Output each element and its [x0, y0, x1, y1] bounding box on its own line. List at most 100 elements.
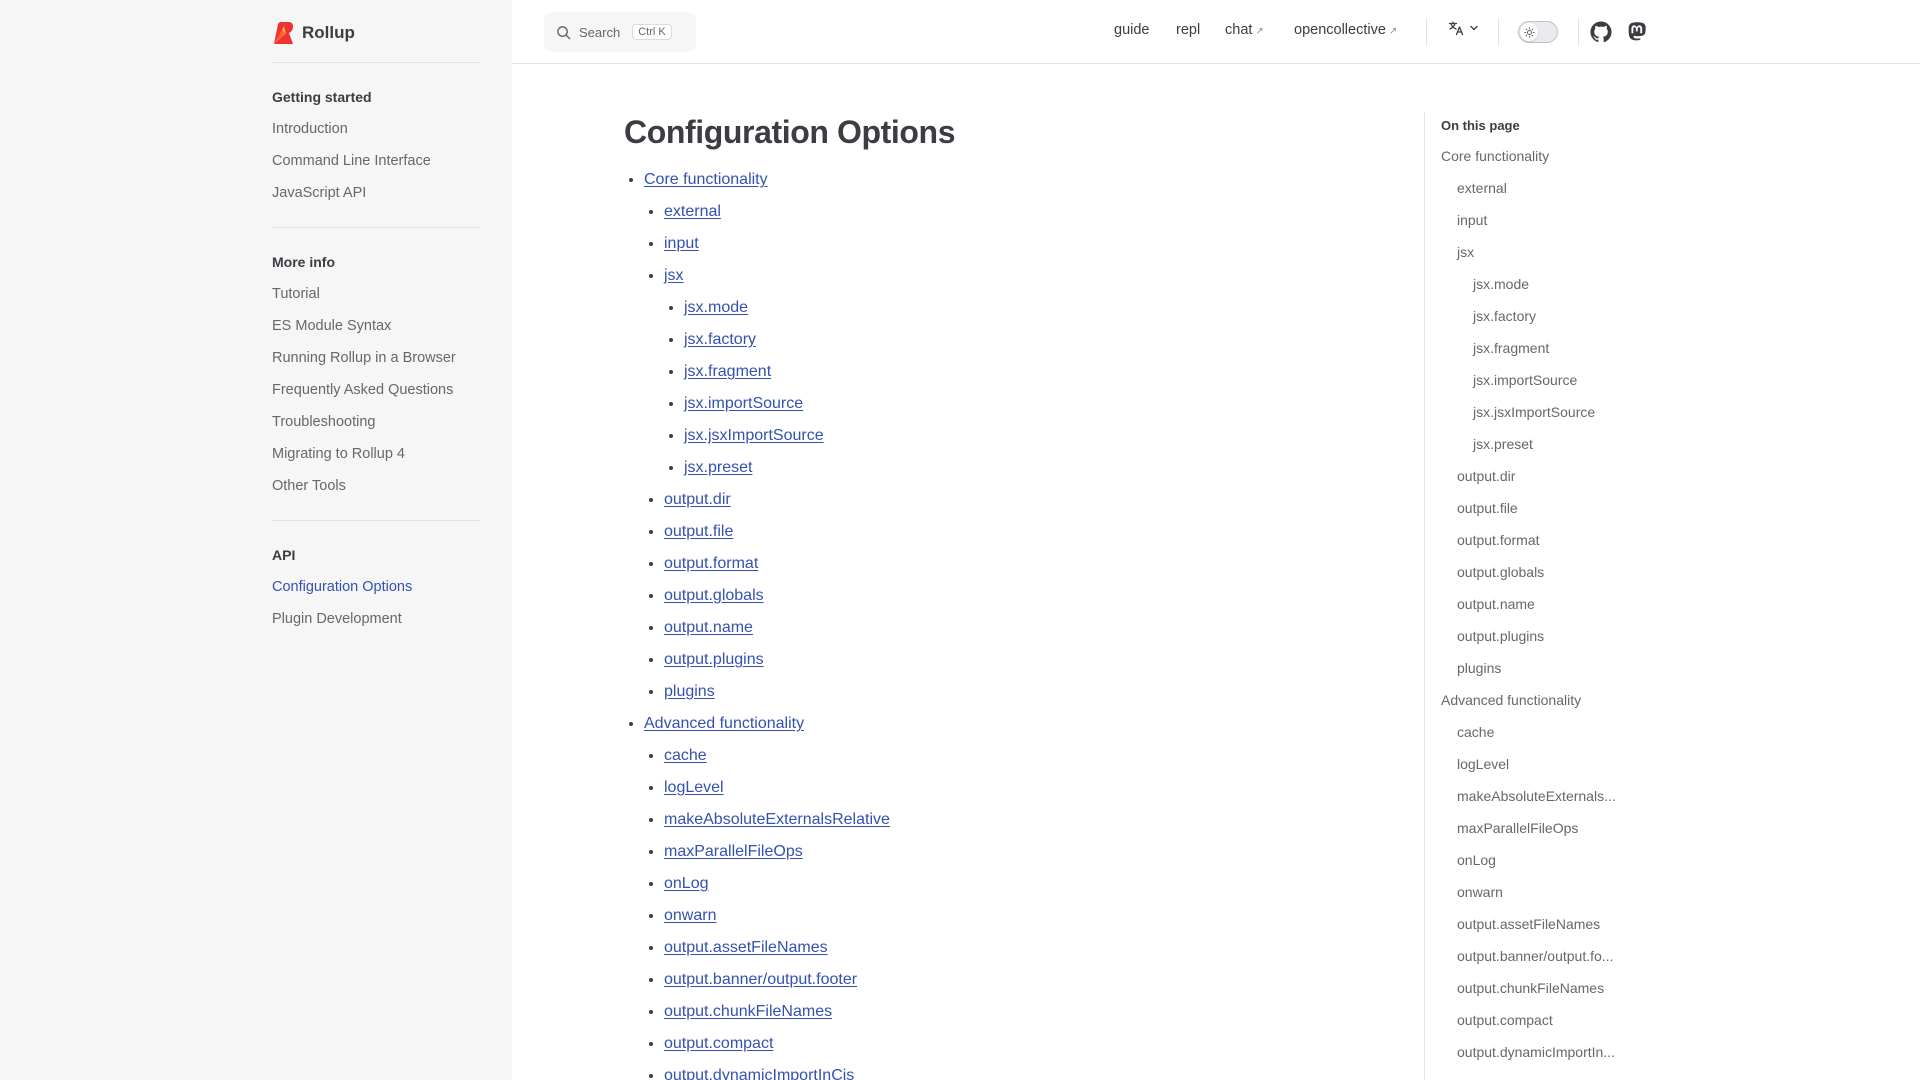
outline-link-output-dynamicimportin[interactable]: output.dynamicImportIn...: [1441, 1036, 1644, 1068]
outline-link-jsx-importsource[interactable]: jsx.importSource: [1441, 364, 1644, 396]
toc-list-item: output.dir: [664, 484, 1384, 516]
toc-list-item: output.chunkFileNames: [664, 996, 1384, 1028]
toc-link-output-banner-output-footer[interactable]: output.banner/output.footer: [664, 971, 857, 988]
toc-link-output-assetfilenames[interactable]: output.assetFileNames: [664, 939, 828, 956]
sidebar-item-configuration-options[interactable]: Configuration Options: [272, 571, 480, 603]
sidebar-item-tutorial[interactable]: Tutorial: [272, 278, 480, 310]
sidebar-item-migrating-to-rollup-4[interactable]: Migrating to Rollup 4: [272, 438, 480, 470]
outline-link-loglevel[interactable]: logLevel: [1441, 748, 1644, 780]
outline-link-output-banner-output-fo[interactable]: output.banner/output.fo...: [1441, 940, 1644, 972]
outline-link-input[interactable]: input: [1441, 204, 1644, 236]
outline-link-jsx-mode[interactable]: jsx.mode: [1441, 268, 1644, 300]
nav-divider: [1426, 18, 1427, 46]
toc-list-item: onwarn: [664, 900, 1384, 932]
outline-list: Core functionality external input jsx jsx.mo…: [1441, 140, 1644, 1068]
toc-link-advanced-functionality[interactable]: Advanced functionality: [644, 715, 804, 732]
toc-link-output-plugins[interactable]: output.plugins: [664, 651, 764, 668]
toc-link-external[interactable]: external: [664, 203, 721, 220]
nav-link-opencollective[interactable]: opencollective ↗: [1294, 22, 1397, 38]
toc-link-makeabsoluteexternalsrelative[interactable]: makeAbsoluteExternalsRelative: [664, 811, 890, 828]
outline-link-output-globals[interactable]: output.globals: [1441, 556, 1644, 588]
dark-mode-toggle[interactable]: [1518, 21, 1558, 43]
toc-link-jsx-preset[interactable]: jsx.preset: [684, 459, 752, 476]
outline-link-output-name[interactable]: output.name: [1441, 588, 1644, 620]
toc-link-output-compact[interactable]: output.compact: [664, 1035, 773, 1052]
toc-link-cache[interactable]: cache: [664, 747, 707, 764]
outline-link-output-chunkfilenames[interactable]: output.chunkFileNames: [1441, 972, 1644, 1004]
toc-list-item: jsx.importSource: [684, 388, 1384, 420]
outline-link-plugins[interactable]: plugins: [1441, 652, 1644, 684]
toc-list-item: logLevel: [664, 772, 1384, 804]
nav-links: guide repl chat ↗ opencollective ↗: [512, 0, 1920, 64]
toc-link-jsx-fragment[interactable]: jsx.fragment: [684, 363, 771, 380]
sidebar-item-javascript-api[interactable]: JavaScript API: [272, 177, 480, 209]
toc-link-output-file[interactable]: output.file: [664, 523, 733, 540]
toc-link-plugins[interactable]: plugins: [664, 683, 715, 700]
nav-link-repl[interactable]: repl: [1176, 22, 1200, 38]
sidebar-item-command-line-interface[interactable]: Command Line Interface: [272, 145, 480, 177]
sidebar-item-running-rollup-in-browser[interactable]: Running Rollup in a Browser: [272, 342, 480, 374]
outline-title: On this page: [1441, 118, 1520, 133]
outline-link-external[interactable]: external: [1441, 172, 1644, 204]
toc-list-item: cache: [664, 740, 1384, 772]
outline-link-output-format[interactable]: output.format: [1441, 524, 1644, 556]
toc-link-output-name[interactable]: output.name: [664, 619, 753, 636]
sidebar-item-troubleshooting[interactable]: Troubleshooting: [272, 406, 480, 438]
toc-link-core-functionality[interactable]: Core functionality: [644, 171, 768, 188]
outline-link-jsx-factory[interactable]: jsx.factory: [1441, 300, 1644, 332]
outline-link-output-plugins[interactable]: output.plugins: [1441, 620, 1644, 652]
toc-list-item: output.name: [664, 612, 1384, 644]
toc-link-output-dir[interactable]: output.dir: [664, 491, 731, 508]
outline-link-jsx[interactable]: jsx: [1441, 236, 1644, 268]
sidebar-item-other-tools[interactable]: Other Tools: [272, 470, 480, 502]
external-link-icon: ↗: [1388, 26, 1398, 37]
outline-link-advanced-functionality[interactable]: Advanced functionality: [1441, 684, 1644, 716]
toc-link-output-format[interactable]: output.format: [664, 555, 758, 572]
outline-link-jsx-preset[interactable]: jsx.preset: [1441, 428, 1644, 460]
toc-link-jsx[interactable]: jsx: [664, 267, 684, 284]
toc-list-item: output.banner/output.footer: [664, 964, 1384, 996]
toc-link-output-dynamicimportincjs[interactable]: output.dynamicImportInCjs: [664, 1067, 854, 1080]
nav-link-chat[interactable]: chat ↗: [1225, 22, 1264, 38]
toc-link-jsx-mode[interactable]: jsx.mode: [684, 299, 748, 316]
outline-link-output-file[interactable]: output.file: [1441, 492, 1644, 524]
toc-list-item: jsx.jsxImportSource: [684, 420, 1384, 452]
outline-link-output-compact[interactable]: output.compact: [1441, 1004, 1644, 1036]
github-icon[interactable]: [1590, 21, 1612, 43]
outline-link-core-functionality[interactable]: Core functionality: [1441, 140, 1644, 172]
sidebar-item-faq[interactable]: Frequently Asked Questions: [272, 374, 480, 406]
outline-link-makeabsoluteexternals[interactable]: makeAbsoluteExternals...: [1441, 780, 1644, 812]
toc-link-onwarn[interactable]: onwarn: [664, 907, 716, 924]
outline-link-cache[interactable]: cache: [1441, 716, 1644, 748]
toc-link-input[interactable]: input: [664, 235, 699, 252]
outline-link-maxparallelfileops[interactable]: maxParallelFileOps: [1441, 812, 1644, 844]
outline-link-output-dir[interactable]: output.dir: [1441, 460, 1644, 492]
mastodon-icon[interactable]: [1626, 21, 1648, 43]
outline-link-jsx-jsximportsource[interactable]: jsx.jsxImportSource: [1441, 396, 1644, 428]
sidebar-item-es-module-syntax[interactable]: ES Module Syntax: [272, 310, 480, 342]
chevron-down-icon: [1470, 25, 1478, 31]
outline-link-onlog[interactable]: onLog: [1441, 844, 1644, 876]
toc-link-jsx-importsource[interactable]: jsx.importSource: [684, 395, 803, 412]
sidebar-item-plugin-development[interactable]: Plugin Development: [272, 603, 480, 635]
outline-link-jsx-fragment[interactable]: jsx.fragment: [1441, 332, 1644, 364]
toc-link-output-globals[interactable]: output.globals: [664, 587, 764, 604]
toc-list-item: output.file: [664, 516, 1384, 548]
toc-link-maxparallelfileops[interactable]: maxParallelFileOps: [664, 843, 803, 860]
toc-list-item: jsx.mode: [684, 292, 1384, 324]
sidebar-item-introduction[interactable]: Introduction: [272, 113, 480, 145]
translate-icon: [1448, 21, 1464, 36]
toc-link-onlog[interactable]: onLog: [664, 875, 709, 892]
toc-link-output-chunkfilenames[interactable]: output.chunkFileNames: [664, 1003, 832, 1020]
main-content: Configuration Options Core functionality…: [624, 112, 1384, 1080]
nav-link-guide[interactable]: guide: [1114, 22, 1149, 38]
brand-home-link[interactable]: Rollup: [272, 20, 355, 46]
outline-link-onwarn[interactable]: onwarn: [1441, 876, 1644, 908]
toc-link-jsx-factory[interactable]: jsx.factory: [684, 331, 756, 348]
nav-divider: [1498, 18, 1499, 46]
toc-list-item: maxParallelFileOps: [664, 836, 1384, 868]
toc-link-jsx-jsximportsource[interactable]: jsx.jsxImportSource: [684, 427, 824, 444]
outline-link-output-assetfilenames[interactable]: output.assetFileNames: [1441, 908, 1644, 940]
toc-link-loglevel[interactable]: logLevel: [664, 779, 724, 796]
language-menu-button[interactable]: [1448, 20, 1480, 36]
